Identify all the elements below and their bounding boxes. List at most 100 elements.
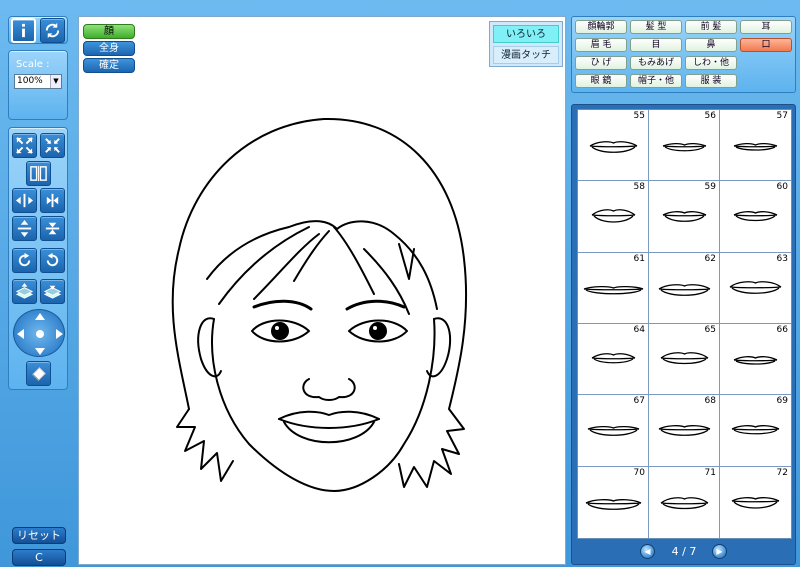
- part-thumbnail[interactable]: 59: [649, 181, 720, 253]
- transform-tools-box: [8, 127, 68, 390]
- mouth-icon: [729, 280, 782, 294]
- stretch-vertical-button[interactable]: [12, 216, 37, 241]
- shrink-button[interactable]: [40, 133, 65, 158]
- drawing-canvas[interactable]: 顔 全身 確定 いろいろ 漫画タッチ: [78, 16, 566, 565]
- category-clothes[interactable]: 服 装: [685, 74, 737, 88]
- mouth-icon: [662, 142, 707, 152]
- info-tool-button[interactable]: [11, 18, 36, 43]
- compress-vertical-icon: [45, 222, 60, 235]
- next-page-button[interactable]: ▶: [712, 544, 727, 559]
- narrow-button[interactable]: [40, 188, 65, 213]
- mouth-icon: [660, 352, 709, 365]
- style-panel: いろいろ 漫画タッチ: [489, 21, 563, 67]
- category-nose[interactable]: 鼻: [685, 38, 737, 52]
- face-drawing: [171, 117, 468, 492]
- part-thumbnail[interactable]: 69: [720, 395, 791, 467]
- category-mouth[interactable]: 口: [740, 38, 792, 52]
- prev-page-button[interactable]: ◀: [640, 544, 655, 559]
- mouth-icon: [658, 425, 711, 437]
- category-eyes[interactable]: 目: [630, 38, 682, 52]
- refresh-icon: [45, 22, 60, 39]
- category-wrinkles[interactable]: しわ・他: [685, 56, 737, 70]
- scale-value: 100%: [17, 76, 43, 86]
- category-glasses[interactable]: 眼 鏡: [575, 74, 627, 88]
- category-bangs[interactable]: 前 髪: [685, 20, 737, 34]
- part-thumbnail[interactable]: 67: [578, 395, 649, 467]
- category-ears[interactable]: 耳: [740, 20, 792, 34]
- eraser-icon: [32, 367, 46, 381]
- part-thumbnail[interactable]: 64: [578, 324, 649, 396]
- rotate-right-button[interactable]: [12, 248, 37, 273]
- part-thumbnail[interactable]: 58: [578, 181, 649, 253]
- part-thumbnail[interactable]: 56: [649, 110, 720, 182]
- arrow-left-icon: ◀: [644, 547, 651, 556]
- mouth-icon: [658, 283, 711, 296]
- page-indicator: 4 / 7: [671, 545, 697, 558]
- mouth-icon: [589, 141, 638, 153]
- narrow-icon: [46, 193, 59, 208]
- arrow-right-icon: ▶: [716, 547, 723, 556]
- pager: ◀ 4 / 7 ▶: [572, 541, 795, 563]
- tool-panel: Scale : 100% ▼ リセット C: [0, 0, 76, 567]
- mouth-icon: [587, 426, 640, 437]
- rotate-left-button[interactable]: [40, 248, 65, 273]
- layer-down-icon: [43, 285, 62, 299]
- mouth-icon: [591, 353, 636, 364]
- layer-down-button[interactable]: [40, 279, 65, 304]
- part-thumbnail[interactable]: 55: [578, 110, 649, 182]
- scale-select[interactable]: 100% ▼: [14, 74, 62, 89]
- move-arrows-icon: [17, 313, 63, 355]
- part-thumbnail[interactable]: 65: [649, 324, 720, 396]
- category-eyebrows[interactable]: 眉 毛: [575, 38, 627, 52]
- face-mode-button[interactable]: 顔: [83, 24, 135, 39]
- view-tools-box: [8, 16, 68, 44]
- confirm-button[interactable]: 確定: [83, 58, 135, 73]
- category-beard[interactable]: ひ げ: [575, 56, 627, 70]
- part-thumbnail[interactable]: 60: [720, 181, 791, 253]
- info-icon: [22, 23, 25, 38]
- part-thumbnail[interactable]: 63: [720, 253, 791, 324]
- shrink-icon: [45, 138, 60, 153]
- mouth-icon: [583, 285, 644, 295]
- rotate-cw-icon: [18, 252, 31, 267]
- flip-button[interactable]: [26, 161, 51, 186]
- mouth-icon: [591, 209, 636, 223]
- part-thumbnail[interactable]: 62: [649, 252, 720, 324]
- compress-vertical-button[interactable]: [40, 216, 65, 241]
- parts-panel: 55 56 57 58 59 60 61 62 63 64 65 66 67 68 69 70 71 72 ◀ 4…: [571, 104, 796, 565]
- category-hairstyle[interactable]: 髪 型: [630, 20, 682, 34]
- parts-grid: 55 56 57 58 59 60 61 62 63 64 65 66 67 68 69 70 71 72: [577, 109, 792, 539]
- layer-up-button[interactable]: [12, 279, 37, 304]
- flip-icon: [30, 165, 47, 182]
- widen-button[interactable]: [12, 188, 37, 213]
- category-sideburns[interactable]: もみあげ: [630, 56, 682, 70]
- full-body-mode-button[interactable]: 全身: [83, 41, 135, 56]
- chevron-down-icon: ▼: [50, 75, 61, 88]
- part-thumbnail[interactable]: 72: [720, 467, 791, 538]
- reset-button[interactable]: リセット: [12, 527, 66, 544]
- mouth-icon: [585, 498, 642, 510]
- eraser-button[interactable]: [26, 361, 51, 386]
- category-panel: 顔輪郭 髪 型 前 髪 耳 眉 毛 目 鼻 口 ひ げ もみあげ しわ・他 眼 …: [571, 16, 796, 93]
- part-thumbnail[interactable]: 61: [578, 252, 649, 324]
- expand-button[interactable]: [12, 133, 37, 158]
- layer-up-icon: [15, 282, 34, 299]
- category-hats[interactable]: 帽子・他: [630, 74, 682, 88]
- refresh-tool-button[interactable]: [40, 18, 65, 43]
- style-manga-button[interactable]: 漫画タッチ: [493, 46, 559, 64]
- stretch-vertical-icon: [17, 219, 32, 238]
- category-face-outline[interactable]: 顔輪郭: [575, 20, 627, 34]
- clear-button[interactable]: C: [12, 549, 66, 566]
- part-thumbnail[interactable]: 70: [578, 466, 649, 538]
- mouth-icon: [660, 496, 709, 509]
- widen-icon: [15, 193, 34, 208]
- part-thumbnail[interactable]: 57: [720, 110, 791, 182]
- mouth-icon: [733, 142, 778, 151]
- style-various-button[interactable]: いろいろ: [493, 25, 559, 43]
- part-thumbnail[interactable]: 71: [649, 466, 720, 538]
- part-thumbnail[interactable]: 66: [720, 324, 791, 396]
- expand-icon: [16, 137, 33, 154]
- move-pad[interactable]: [13, 309, 65, 357]
- part-thumbnail[interactable]: 68: [649, 395, 720, 467]
- mouth-icon: [733, 211, 778, 222]
